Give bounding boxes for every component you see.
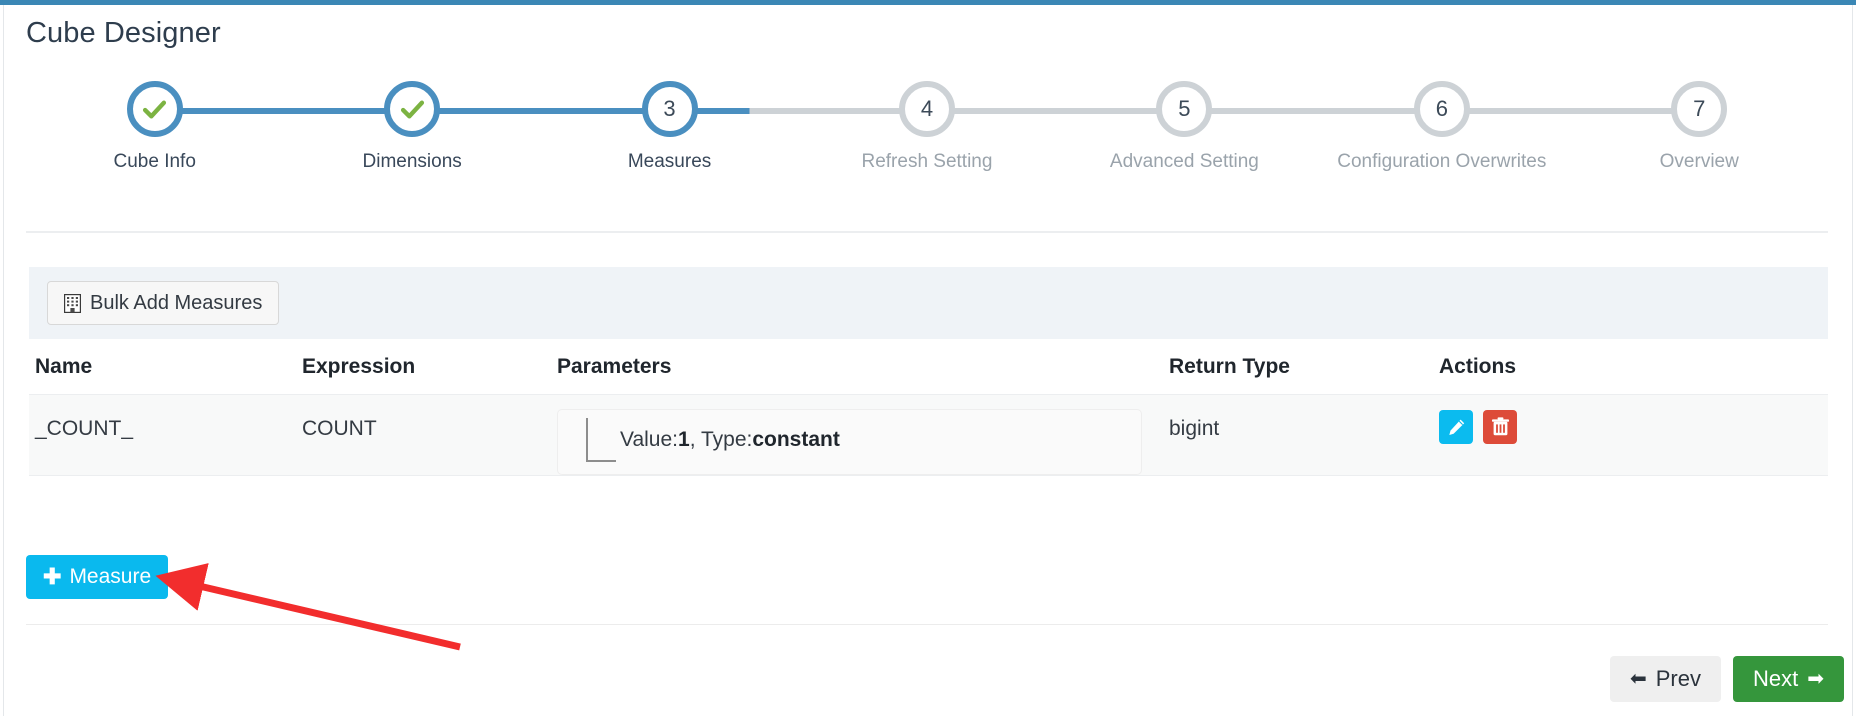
parameter-value: 1 <box>678 428 690 451</box>
column-header-name: Name <box>35 354 93 378</box>
step-label: Refresh Setting <box>861 151 993 172</box>
step-label: Measures <box>627 151 712 172</box>
table-header-row: Name Expression Parameters Return Type A… <box>29 339 1828 395</box>
delete-measure-button[interactable] <box>1483 410 1517 444</box>
wizard-stepper: Cube Info Dimensions 3 Measures 4 Refres… <box>26 81 1828 191</box>
stepper-divider <box>26 231 1828 233</box>
step-label: Cube Info <box>113 151 196 172</box>
bulk-add-measures-button[interactable]: Bulk Add Measures <box>47 281 280 325</box>
page-title: Cube Designer <box>26 17 221 49</box>
next-button[interactable]: Next ➡ <box>1732 656 1844 702</box>
parameter-type: constant <box>752 428 840 451</box>
add-measure-button[interactable]: ✚ Measure <box>26 555 169 599</box>
measures-toolbar: Bulk Add Measures <box>29 267 1828 339</box>
step-label: Dimensions <box>362 151 462 172</box>
step-dimensions[interactable]: Dimensions <box>283 81 541 173</box>
step-circle[interactable]: 4 <box>898 81 955 137</box>
footer-divider <box>26 624 1828 625</box>
step-circle[interactable]: 5 <box>1156 81 1213 137</box>
main-panel: Cube Designer Cube Info Dimensions 3 Mea… <box>3 5 1853 716</box>
step-measures[interactable]: 3 Measures <box>540 81 799 173</box>
step-circle[interactable]: 7 <box>1671 81 1728 137</box>
building-icon <box>64 293 81 313</box>
cell-measure-parameters: Value:1, Type:constant <box>557 395 1169 475</box>
cube-designer-page: Cube Designer Cube Info Dimensions 3 Mea… <box>0 0 1856 716</box>
parameter-text: Value:1, Type:constant <box>620 428 840 452</box>
bulk-add-measures-label: Bulk Add Measures <box>90 291 263 314</box>
step-circle[interactable]: 3 <box>641 81 698 137</box>
cell-actions <box>1439 395 1819 444</box>
add-measure-label: Measure <box>69 565 152 588</box>
table-body: _COUNT_ COUNT Value:1, Type:constant big… <box>29 395 1828 476</box>
parameter-value-label: Value: <box>620 428 678 451</box>
step-label: Configuration Overwrites <box>1337 151 1547 172</box>
step-circle[interactable] <box>384 81 441 137</box>
wizard-navigation: ➡ Prev Next ➡ <box>1609 656 1844 702</box>
cell-measure-name: _COUNT_ <box>35 417 134 440</box>
column-header-actions: Actions <box>1439 354 1517 378</box>
step-overview[interactable]: 7 Overview <box>1570 81 1828 173</box>
plus-icon: ✚ <box>43 564 62 589</box>
step-label: Advanced Setting <box>1109 151 1259 172</box>
step-configuration-overwrites[interactable]: 6 Configuration Overwrites <box>1313 81 1571 173</box>
arrow-left-icon: ➡ <box>1629 668 1647 690</box>
prev-label: Prev <box>1655 666 1701 691</box>
cell-return-type: bigint <box>1169 417 1220 440</box>
arrow-right-icon: ➡ <box>1807 668 1824 690</box>
measures-table: Name Expression Parameters Return Type A… <box>29 339 1828 476</box>
check-icon <box>143 100 167 118</box>
edit-measure-button[interactable] <box>1439 410 1473 444</box>
step-circle[interactable] <box>126 81 183 137</box>
step-label: Overview <box>1659 151 1739 172</box>
step-cube-info[interactable]: Cube Info <box>26 81 284 173</box>
pencil-icon <box>1448 419 1464 435</box>
prev-button[interactable]: ➡ Prev <box>1609 656 1721 702</box>
column-header-parameters: Parameters <box>557 354 672 378</box>
next-label: Next <box>1752 666 1799 691</box>
trash-icon <box>1491 417 1509 436</box>
step-refresh-setting[interactable]: 4 Refresh Setting <box>798 81 1056 173</box>
cell-measure-expression: COUNT <box>302 417 377 440</box>
parameter-type-label: , Type: <box>689 428 753 451</box>
step-circle[interactable]: 6 <box>1413 81 1470 137</box>
table-row: _COUNT_ COUNT Value:1, Type:constant big… <box>29 395 1828 476</box>
column-header-return-type: Return Type <box>1169 354 1290 378</box>
step-advanced-setting[interactable]: 5 Advanced Setting <box>1055 81 1314 173</box>
parameter-box: Value:1, Type:constant <box>557 409 1142 475</box>
parameter-tree-connector <box>586 418 616 462</box>
row-action-buttons <box>1439 395 1819 444</box>
check-icon <box>400 100 424 118</box>
column-header-expression: Expression <box>302 354 416 378</box>
